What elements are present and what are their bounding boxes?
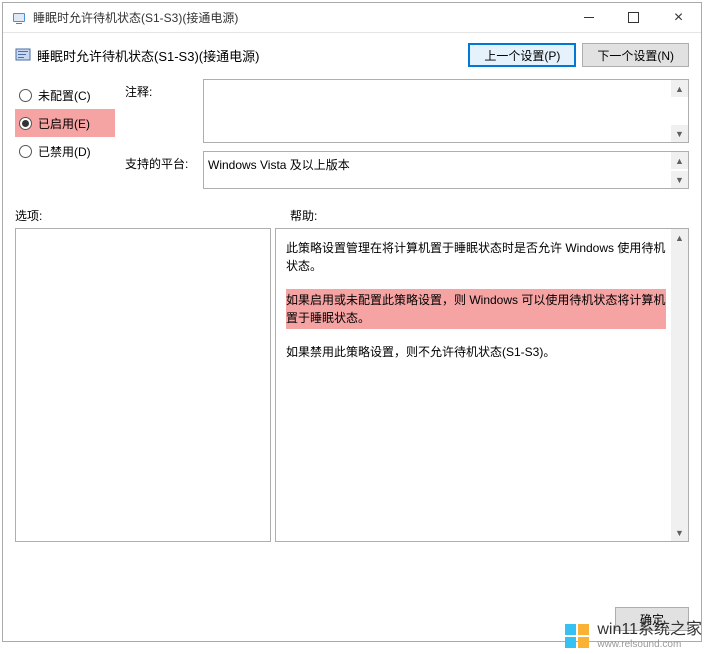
app-icon <box>11 10 27 26</box>
radio-icon <box>19 117 32 130</box>
scroll-up-icon: ▲ <box>671 80 688 97</box>
comment-textarea[interactable]: ▲ ▼ <box>203 79 689 143</box>
help-label: 帮助: <box>290 207 317 224</box>
scrollbar[interactable]: ▲ ▼ <box>671 80 688 142</box>
radio-label: 已启用(E) <box>38 115 90 132</box>
help-content: 此策略设置管理在将计算机置于睡眠状态时是否允许 Windows 使用待机状态。 … <box>276 229 688 385</box>
radio-enabled[interactable]: 已启用(E) <box>15 109 115 137</box>
policy-editor-window: 睡眠时允许待机状态(S1-S3)(接通电源) × 睡眠时允许待机状态(S1-S3… <box>2 2 702 642</box>
scrollbar[interactable]: ▲ ▼ <box>671 229 688 541</box>
minimize-button[interactable] <box>566 3 611 32</box>
scrollbar[interactable]: ▲ ▼ <box>671 152 688 188</box>
policy-title: 睡眠时允许待机状态(S1-S3)(接通电源) <box>37 46 468 65</box>
radio-icon <box>19 89 32 102</box>
section-labels: 选项: 帮助: <box>3 191 701 228</box>
policy-icon <box>15 47 31 63</box>
scroll-down-icon: ▼ <box>671 524 688 541</box>
radio-not-configured[interactable]: 未配置(C) <box>15 81 115 109</box>
close-button[interactable]: × <box>656 3 701 32</box>
help-text-highlighted: 如果启用或未配置此策略设置，则 Windows 可以使用待机状态将计算机置于睡眠… <box>286 289 666 329</box>
radio-label: 已禁用(D) <box>38 143 91 160</box>
maximize-button[interactable] <box>611 3 656 32</box>
help-text: 此策略设置管理在将计算机置于睡眠状态时是否允许 Windows 使用待机状态。 <box>286 239 666 275</box>
platform-label: 支持的平台: <box>125 151 195 172</box>
window-title: 睡眠时允许待机状态(S1-S3)(接通电源) <box>33 9 566 26</box>
options-panel[interactable] <box>15 228 271 542</box>
scroll-up-icon: ▲ <box>671 152 688 169</box>
window-controls: × <box>566 3 701 32</box>
next-setting-button[interactable]: 下一个设置(N) <box>582 43 689 67</box>
platform-textarea[interactable]: Windows Vista 及以上版本 ▲ ▼ <box>203 151 689 189</box>
subheader: 睡眠时允许待机状态(S1-S3)(接通电源) 上一个设置(P) 下一个设置(N) <box>3 33 701 73</box>
panels: 此策略设置管理在将计算机置于睡眠状态时是否允许 Windows 使用待机状态。 … <box>3 228 701 542</box>
titlebar: 睡眠时允许待机状态(S1-S3)(接通电源) × <box>3 3 701 33</box>
ok-button[interactable]: 确定 <box>615 607 689 631</box>
options-label: 选项: <box>15 207 290 224</box>
scroll-down-icon: ▼ <box>671 125 688 142</box>
dialog-footer: 确定 <box>615 607 689 631</box>
radio-group: 未配置(C) 已启用(E) 已禁用(D) <box>15 79 115 189</box>
help-panel[interactable]: 此策略设置管理在将计算机置于睡眠状态时是否允许 Windows 使用待机状态。 … <box>275 228 689 542</box>
scroll-up-icon: ▲ <box>671 229 688 246</box>
comment-label: 注释: <box>125 79 195 100</box>
radio-disabled[interactable]: 已禁用(D) <box>15 137 115 165</box>
config-row: 未配置(C) 已启用(E) 已禁用(D) 注释: ▲ ▼ <box>3 73 701 191</box>
help-text: 如果禁用此策略设置，则不允许待机状态(S1-S3)。 <box>286 343 666 361</box>
nav-buttons: 上一个设置(P) 下一个设置(N) <box>468 43 689 67</box>
radio-icon <box>19 145 32 158</box>
radio-label: 未配置(C) <box>38 87 91 104</box>
scroll-down-icon: ▼ <box>671 171 688 188</box>
previous-setting-button[interactable]: 上一个设置(P) <box>468 43 576 67</box>
